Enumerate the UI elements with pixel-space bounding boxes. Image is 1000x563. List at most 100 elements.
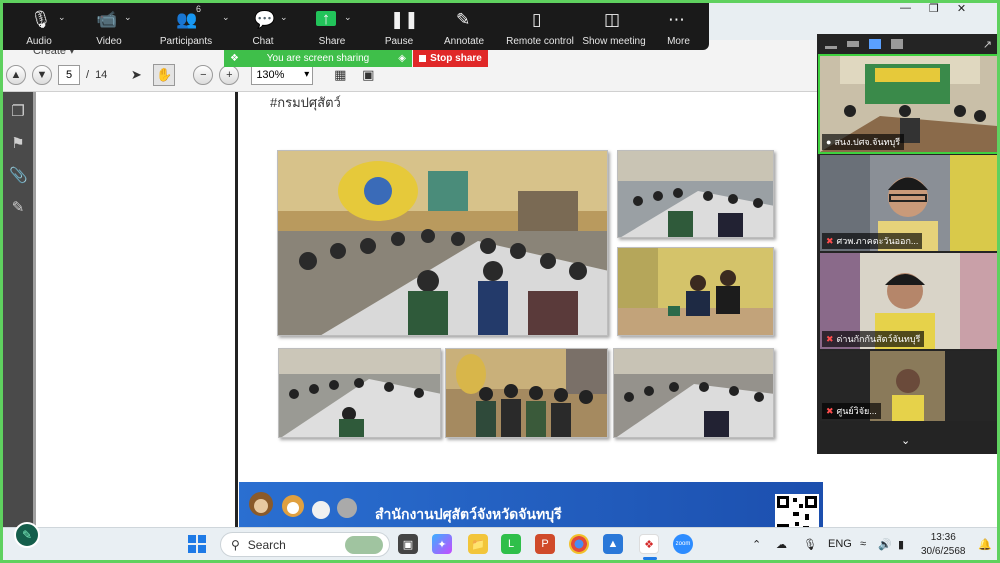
footer-banner: สำนักงานปศุสัตว์จังหวัดจันทบุรี	[239, 482, 825, 527]
meeting-photo-large	[277, 150, 608, 336]
attachment-icon[interactable]: 📎	[9, 166, 28, 184]
bookmark-icon[interactable]: ⚑	[9, 134, 27, 152]
annotation-pen-icon[interactable]: ✎	[14, 522, 40, 548]
powerpoint-icon[interactable]: P	[535, 534, 555, 554]
microphone-icon[interactable]: 🎙	[803, 538, 817, 551]
chevron-down-icon[interactable]: ⌄	[58, 12, 66, 23]
wifi-icon[interactable]: ≈	[860, 538, 866, 550]
restore-icon[interactable]: ❐	[929, 2, 939, 15]
zoom-level-select[interactable]: 130%	[251, 65, 314, 85]
next-page-icon[interactable]: ▼	[32, 65, 52, 85]
chevron-down-icon[interactable]: ⌄	[280, 12, 288, 23]
page-number-input[interactable]: 5	[58, 65, 80, 85]
select-tool-icon[interactable]: ➤	[125, 64, 147, 86]
search-icon: ⚲	[231, 537, 240, 552]
screen-sharing-text: You are screen sharing	[266, 53, 370, 64]
more-dots-icon: ⋯	[668, 10, 685, 29]
gallery-view-controls: ↗	[817, 34, 1000, 54]
zoom-in-icon[interactable]: +	[219, 65, 240, 85]
participant-name-tag: ✖ ศูนย์วิจัย...	[822, 403, 881, 419]
microphone-icon: ●	[826, 137, 832, 147]
participant-tile[interactable]: ✖ ศูนย์วิจัย...	[820, 351, 997, 421]
more-button[interactable]: ⋯ More	[648, 0, 709, 50]
volume-icon[interactable]: 🔊	[878, 538, 892, 551]
minimize-icon[interactable]: —	[900, 2, 911, 15]
participant-name-tag: ● สนง.ปศจ.จันทบุรี	[822, 134, 905, 150]
audio-button[interactable]: 🎙 ⌄ Audio	[0, 0, 78, 50]
office-name: สำนักงานปศุสัตว์จังหวัดจันทบุรี	[375, 506, 562, 522]
clock-time: 13:36	[930, 532, 956, 543]
audio-label: Audio	[26, 36, 52, 47]
annotate-label: Annotate	[443, 36, 485, 47]
participant-name-tag: ✖ ด่านกักกันสัตว์จันทบุรี	[822, 331, 925, 347]
taskbar-search-input[interactable]: ⚲ Search	[220, 532, 390, 557]
chrome-icon[interactable]	[569, 534, 589, 554]
onedrive-icon[interactable]: ☁	[776, 538, 787, 551]
microphone-icon: 🎙	[30, 10, 52, 29]
strip-view-icon[interactable]	[869, 39, 881, 49]
notification-bell-icon[interactable]: 🔔	[978, 538, 992, 551]
remote-control-button[interactable]: ▯ Remote control	[500, 0, 580, 50]
signature-icon[interactable]: ✎	[9, 198, 27, 216]
zoom-out-icon[interactable]: −	[193, 65, 214, 85]
system-clock[interactable]: 13:36 30/6/2568	[921, 531, 966, 559]
previous-page-icon[interactable]: ▲	[6, 65, 26, 85]
minimize-gallery-icon[interactable]	[825, 45, 837, 49]
battery-icon[interactable]: ▮	[898, 538, 904, 551]
chevron-down-icon[interactable]: ⌄	[124, 12, 132, 23]
chevron-down-icon[interactable]: ⌄	[344, 12, 352, 23]
participant-name: สนง.ปศจ.จันทบุรี	[834, 137, 901, 147]
remote-control-label: Remote control	[506, 36, 574, 47]
video-button[interactable]: 📹 ⌄ Video	[78, 0, 140, 50]
qr-code	[775, 494, 819, 527]
annotate-button[interactable]: ✎ Annotate	[428, 0, 500, 50]
hand-tool-icon[interactable]: ✋	[153, 64, 176, 86]
chevron-down-icon[interactable]: ⌄	[222, 12, 230, 23]
share-screen-icon: ↑	[316, 10, 336, 27]
video-gallery-panel: ↗ ● สนง.ปศจ.จันทบุรี ✖ ศวพ.ภาคตะวันออก..…	[817, 34, 1000, 454]
task-view-icon[interactable]: ▣	[398, 534, 418, 554]
microphone-muted-icon: ✖	[826, 405, 834, 416]
microphone-muted-icon: ✖	[826, 333, 834, 344]
pdf-side-rail: ❐ ⚑ 📎 ✎	[3, 92, 33, 527]
participants-label: Participants	[159, 36, 213, 47]
share-button[interactable]: ↑ ⌄ Share	[294, 0, 370, 50]
participants-button[interactable]: 👥 6 ⌄ Participants	[140, 0, 232, 50]
fit-page-icon[interactable]: ▦	[329, 64, 351, 86]
photos-app-icon[interactable]: ▲	[603, 534, 623, 554]
participant-name-tag: ✖ ศวพ.ภาคตะวันออก...	[822, 233, 923, 249]
full-screen-icon[interactable]: ▣	[357, 64, 379, 86]
search-placeholder: Search	[247, 537, 286, 552]
pdf-navigation: ▲ ▼ 5 / 14 ➤ ✋ − + 130% ▦ ▣	[6, 64, 379, 86]
participant-tile[interactable]: ✖ ด่านกักกันสัตว์จันทบุรี	[820, 253, 997, 349]
expand-icon[interactable]: ↗	[983, 38, 992, 51]
input-language[interactable]: ENG	[828, 538, 852, 550]
copilot-icon[interactable]: ✦	[432, 534, 452, 554]
screen-sharing-banner: ❖ You are screen sharing ◈	[224, 50, 412, 67]
zoom-app-icon[interactable]: zoom	[673, 534, 693, 554]
stop-share-button[interactable]: Stop share	[413, 50, 488, 67]
meeting-photo-middle-right	[617, 247, 774, 336]
meeting-photo-bottom-middle	[445, 348, 608, 438]
chat-button[interactable]: 💬 ⌄ Chat	[232, 0, 294, 50]
participant-tile[interactable]: ● สนง.ปศจ.จันทบุรี	[818, 54, 999, 154]
pen-icon: ✎	[456, 10, 471, 29]
windows-start-icon[interactable]	[187, 534, 207, 554]
pause-icon: ❚❚	[390, 10, 419, 29]
meeting-photo-bottom-left	[278, 348, 441, 438]
close-icon[interactable]: ✕	[957, 2, 966, 15]
speaker-view-icon[interactable]	[847, 41, 859, 47]
grid-view-icon[interactable]	[891, 39, 903, 49]
pin-icon[interactable]: ❖	[230, 53, 239, 64]
file-explorer-icon[interactable]: 📁	[468, 534, 488, 554]
show-meeting-button[interactable]: ◫ Show meeting	[580, 0, 648, 50]
participant-tile[interactable]: ✖ ศวพ.ภาคตะวันออก...	[820, 155, 997, 251]
meeting-window-icon: ◫	[604, 10, 621, 29]
pages-panel-icon[interactable]: ❐	[9, 102, 27, 120]
pause-button[interactable]: ❚❚ Pause	[370, 0, 428, 50]
chevron-down-icon[interactable]: ⌄	[901, 434, 910, 447]
video-camera-icon: 📹	[96, 10, 118, 29]
acrobat-reader-icon[interactable]: ❖	[639, 534, 659, 554]
show-hidden-icons-icon[interactable]: ⌃	[752, 538, 761, 551]
line-app-icon[interactable]: L	[501, 534, 521, 554]
